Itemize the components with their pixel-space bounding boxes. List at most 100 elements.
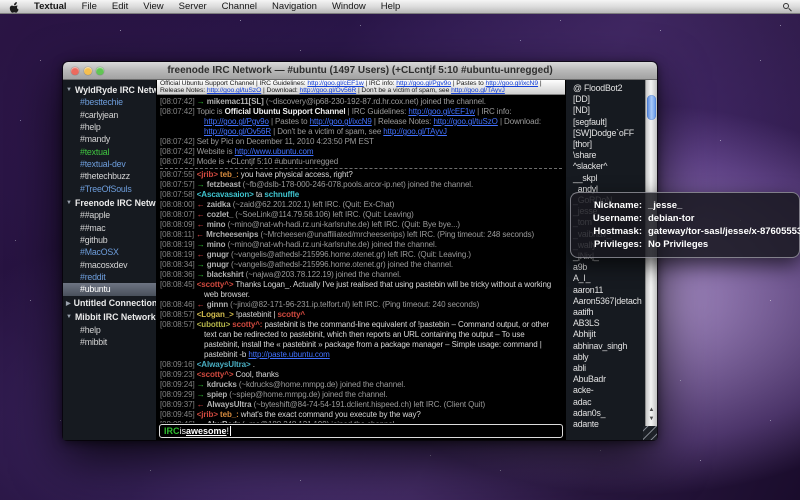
- menu-view[interactable]: View: [143, 1, 163, 12]
- message-link[interactable]: http://goo.gl/tuSzO: [433, 117, 497, 126]
- user-list-item[interactable]: __skpl: [573, 173, 642, 184]
- user-list-item[interactable]: adan0s_: [573, 408, 642, 419]
- message-segment-sn: mikemac11[SL]: [207, 97, 264, 106]
- sidebar-item-help[interactable]: #help: [63, 324, 156, 336]
- user-list-item[interactable]: ^slacker^: [573, 161, 642, 172]
- message-link[interactable]: http://www.ubuntu.com: [235, 147, 314, 156]
- user-list-item[interactable]: adante: [573, 419, 642, 430]
- apple-menu-icon[interactable]: [9, 1, 19, 13]
- user-list-item[interactable]: AbuBadr: [573, 374, 642, 385]
- sidebar-item-mibbit[interactable]: #mibbit: [63, 336, 156, 348]
- user-list-item[interactable]: [SW]Dodge`oFF: [573, 128, 642, 139]
- message-segment-nr: <jrib>: [197, 410, 218, 419]
- sidebar-item-besttechie[interactable]: #besttechie: [63, 96, 156, 108]
- user-list-item[interactable]: [ND]: [573, 105, 642, 116]
- disclosure-open-icon[interactable]: ▼: [66, 314, 72, 320]
- menu-textual[interactable]: Textual: [34, 1, 67, 12]
- user-list-item[interactable]: @ FloodBot2: [573, 83, 642, 94]
- message-segment-sn: gnugr: [207, 250, 229, 259]
- topic-link[interactable]: http://goo.gl/TAyvJ: [451, 87, 505, 94]
- chat-message: [08:09:45] <jrib> teb_: what's the exact…: [160, 410, 562, 420]
- topic-link[interactable]: http://goo.gl/Ov56R: [300, 87, 357, 94]
- topic-link[interactable]: http://goo.gl/tuSzO: [207, 87, 261, 94]
- message-link[interactable]: http://goo.gl/cEF1w: [408, 107, 475, 116]
- user-list-item[interactable]: AB3LS: [573, 318, 642, 329]
- message-segment-sys: (~mino@nat-wh-hadi.rz.uni-karlsruhe.de) …: [228, 240, 437, 249]
- network-header-untitled-connection[interactable]: ▶Untitled Connection: [63, 296, 156, 310]
- menu-file[interactable]: File: [82, 1, 97, 12]
- scroll-up-icon: ▲: [646, 406, 657, 415]
- sidebar-item-mac[interactable]: ##mac: [63, 221, 156, 233]
- disclosure-open-icon[interactable]: ▼: [66, 200, 72, 206]
- message-link[interactable]: http://goo.gl/TAyvJ: [383, 127, 447, 136]
- window-resize-grip[interactable]: [643, 426, 657, 440]
- message-link[interactable]: http://paste.ubuntu.com: [248, 350, 329, 359]
- sidebar-item-textual-dev[interactable]: #textual-dev: [63, 158, 156, 170]
- user-list-item[interactable]: a9b: [573, 262, 642, 273]
- user-list: ▲ ▼ @ FloodBot2[DD][ND][segfault][SW]Dod…: [565, 80, 657, 440]
- user-list-item[interactable]: ably: [573, 352, 642, 363]
- sidebar-item-macosxdev[interactable]: #macosxdev: [63, 259, 156, 271]
- close-button[interactable]: [71, 67, 79, 75]
- spotlight-search-icon[interactable]: [783, 3, 791, 11]
- user-list-item[interactable]: aaron11: [573, 285, 642, 296]
- topic-link[interactable]: http://goo.gl/ixcN9: [486, 80, 539, 87]
- message-segment-sn: blackshirt: [207, 270, 244, 279]
- message-segment-sys: (~discovery@ip68-230-192-87.rd.hr.cox.ne…: [266, 97, 486, 106]
- sidebar-item-textual[interactable]: #textual: [63, 146, 156, 158]
- menu-window[interactable]: Window: [332, 1, 366, 12]
- chat-message-area[interactable]: [08:07:42] → mikemac11[SL] (~discovery@i…: [157, 95, 565, 423]
- sidebar-item-apple[interactable]: ##apple: [63, 209, 156, 221]
- user-list-item[interactable]: [segfault]: [573, 117, 642, 128]
- sidebar-item-ubuntu[interactable]: #ubuntu: [63, 283, 156, 295]
- message-segment-sys: (~SoeLink@114.79.58.106) left IRC. (Quit…: [235, 210, 413, 219]
- chat-message: [08:07:42] Topic is Official Ubuntu Supp…: [160, 107, 562, 137]
- message-link[interactable]: http://goo.gl/Pgv9o: [204, 117, 269, 126]
- menu-channel[interactable]: Channel: [222, 1, 257, 12]
- user-list-item[interactable]: adac: [573, 397, 642, 408]
- scrollbar-thumb[interactable]: [647, 95, 656, 120]
- topic-link[interactable]: http://goo.gl/cEF1w: [307, 80, 363, 87]
- user-list-item[interactable]: abli: [573, 363, 642, 374]
- tooltip-label: Hostmask:: [580, 225, 642, 238]
- user-list-item[interactable]: A_I_: [573, 273, 642, 284]
- chat-message: [08:09:23] <scotty^> Cool, thanks: [160, 370, 562, 380]
- sidebar-item-carlyjean[interactable]: #carlyjean: [63, 108, 156, 120]
- minimize-button[interactable]: [84, 67, 92, 75]
- window-title-bar[interactable]: freenode IRC Network — #ubuntu (1497 Use…: [63, 62, 657, 80]
- user-list-item[interactable]: aatifh: [573, 307, 642, 318]
- sidebar-item-help[interactable]: #help: [63, 121, 156, 133]
- network-header-mibbit-irc-network[interactable]: ▼Mibbit IRC Network: [63, 310, 156, 324]
- menu-server[interactable]: Server: [179, 1, 207, 12]
- network-header-wyldryde-irc-network[interactable]: ▼WyldRyde IRC Network: [63, 82, 156, 96]
- message-segment-sn: cozlet_: [207, 210, 233, 219]
- user-list-item[interactable]: [thor]: [573, 139, 642, 150]
- message-input[interactable]: IRC is awesome!: [159, 424, 563, 438]
- message-link[interactable]: http://goo.gl/Ov56R: [204, 127, 271, 136]
- user-list-item[interactable]: acke-: [573, 385, 642, 396]
- user-list-item[interactable]: Aaron5367|detach: [573, 296, 642, 307]
- sidebar-item-github[interactable]: #github: [63, 234, 156, 246]
- topic-link[interactable]: http://goo.gl/Pgv9o: [396, 80, 451, 87]
- message-link[interactable]: http://goo.gl/ixcN9: [310, 117, 372, 126]
- message-segment-w: ta: [256, 190, 262, 199]
- disclosure-open-icon[interactable]: ▼: [66, 87, 72, 93]
- disclosure-closed-icon[interactable]: ▶: [66, 300, 71, 307]
- message-segment-ts: [08:07:55]: [160, 170, 195, 179]
- sidebar-item-TreeOfSouls[interactable]: #TreeOfSouls: [63, 183, 156, 195]
- menu-navigation[interactable]: Navigation: [272, 1, 317, 12]
- user-list-item[interactable]: [DD]: [573, 94, 642, 105]
- scrollbar-arrows[interactable]: ▲ ▼: [646, 406, 657, 424]
- user-list-item[interactable]: \share: [573, 150, 642, 161]
- message-segment-no: <ubottu>: [197, 320, 230, 329]
- user-list-item[interactable]: Abhijit: [573, 329, 642, 340]
- sidebar-item-MacOSX[interactable]: #MacOSX: [63, 246, 156, 258]
- sidebar-item-mandy[interactable]: #mandy: [63, 133, 156, 145]
- sidebar-item-thetechbuzz[interactable]: #thetechbuzz: [63, 170, 156, 182]
- zoom-button[interactable]: [96, 67, 104, 75]
- user-list-item[interactable]: abhinav_singh: [573, 341, 642, 352]
- menu-edit[interactable]: Edit: [112, 1, 128, 12]
- network-header-freenode-irc-network[interactable]: ▼Freenode IRC Network: [63, 195, 156, 209]
- menu-help[interactable]: Help: [381, 1, 401, 12]
- sidebar-item-reddit[interactable]: #reddit: [63, 271, 156, 283]
